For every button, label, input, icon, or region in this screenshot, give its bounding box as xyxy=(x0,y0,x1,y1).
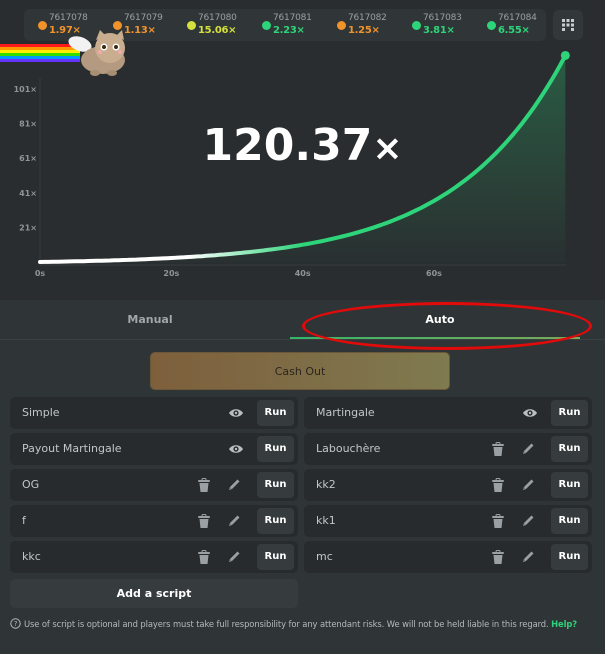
history-item[interactable]: 7617082 1.25× xyxy=(329,12,399,40)
x-tick-label: 60s xyxy=(426,269,442,278)
history-status-dot xyxy=(187,21,196,30)
run-script-button[interactable]: Run xyxy=(257,544,294,570)
script-item: Labouchère Run xyxy=(304,433,592,465)
script-name: Simple xyxy=(22,406,60,419)
pencil-icon[interactable] xyxy=(226,513,242,529)
script-item: Payout Martingale Run xyxy=(10,433,298,465)
run-script-button[interactable]: Run xyxy=(551,436,588,462)
script-item: Martingale Run xyxy=(304,397,592,429)
y-tick-label: 21× xyxy=(19,223,37,232)
history-multiplier: 3.81× xyxy=(423,25,455,36)
history-status-dot xyxy=(113,21,122,30)
multiplier-value: 120.37 xyxy=(202,120,373,171)
multiplier-suffix: × xyxy=(372,128,403,169)
trash-icon[interactable] xyxy=(196,477,212,493)
script-item: OG Run xyxy=(10,469,298,501)
pencil-icon[interactable] xyxy=(520,477,536,493)
pencil-icon[interactable] xyxy=(226,477,242,493)
pencil-icon[interactable] xyxy=(226,549,242,565)
x-tick-label: 20s xyxy=(163,269,179,278)
script-item: kk2 Run xyxy=(304,469,592,501)
current-multiplier: 120.37× xyxy=(0,120,605,171)
question-circle-icon: ? xyxy=(10,618,21,629)
run-script-button[interactable]: Run xyxy=(257,472,294,498)
run-script-button[interactable]: Run xyxy=(551,544,588,570)
trash-icon[interactable] xyxy=(490,441,506,457)
bet-panel: Manual Auto Cash Out Simple Run Martingale… xyxy=(0,300,605,654)
script-item: mc Run xyxy=(304,541,592,573)
trash-icon[interactable] xyxy=(490,549,506,565)
history-multiplier: 2.23× xyxy=(273,25,305,36)
history-multiplier: 1.25× xyxy=(348,25,380,36)
run-script-button[interactable]: Run xyxy=(551,472,588,498)
script-name: kk1 xyxy=(316,514,336,527)
curve-endpoint xyxy=(560,50,570,60)
history-item[interactable]: 7617084 6.55× xyxy=(479,12,549,40)
history-status-dot xyxy=(262,21,271,30)
history-multiplier: 15.06× xyxy=(198,25,237,36)
history-item[interactable]: 7617083 3.81× xyxy=(404,12,474,40)
history-grid-button[interactable] xyxy=(553,10,583,40)
script-name: f xyxy=(22,514,26,527)
script-item: kk1 Run xyxy=(304,505,592,537)
grid-icon xyxy=(562,19,574,31)
history-item[interactable]: 7617080 15.06× xyxy=(179,12,249,40)
script-name: kk2 xyxy=(316,478,336,491)
history-status-dot xyxy=(38,21,47,30)
x-tick-label: 0s xyxy=(35,269,46,278)
active-tab-indicator xyxy=(290,337,580,339)
trash-icon[interactable] xyxy=(196,549,212,565)
history-round-id: 7617083 xyxy=(423,13,462,23)
script-name: OG xyxy=(22,478,40,491)
tab-auto[interactable]: Auto xyxy=(300,300,580,340)
script-disclaimer: ? Use of script is optional and players m… xyxy=(10,618,600,629)
run-script-button[interactable]: Run xyxy=(551,508,588,534)
pencil-icon[interactable] xyxy=(520,549,536,565)
history-status-dot xyxy=(487,21,496,30)
history-round-id: 7617078 xyxy=(49,13,88,23)
cash-out-button[interactable]: Cash Out xyxy=(150,352,450,390)
eye-icon[interactable] xyxy=(228,441,244,457)
script-item: f Run xyxy=(10,505,298,537)
bet-mode-tabs: Manual Auto xyxy=(0,300,605,340)
history-round-id: 7617079 xyxy=(124,13,163,23)
y-tick-label: 41× xyxy=(19,189,37,198)
script-name: kkc xyxy=(22,550,41,563)
eye-icon[interactable] xyxy=(522,405,538,421)
nyan-cat-sprite xyxy=(0,30,135,80)
history-status-dot xyxy=(412,21,421,30)
script-name: Martingale xyxy=(316,406,375,419)
trash-icon[interactable] xyxy=(196,513,212,529)
help-link[interactable]: Help? xyxy=(551,619,577,629)
rainbow-cat-icon xyxy=(0,30,125,76)
pencil-icon[interactable] xyxy=(520,441,536,457)
script-item: Simple Run xyxy=(10,397,298,429)
trash-icon[interactable] xyxy=(490,477,506,493)
history-round-id: 7617081 xyxy=(273,13,312,23)
history-item[interactable]: 7617081 2.23× xyxy=(254,12,324,40)
script-name: Payout Martingale xyxy=(22,442,122,455)
history-status-dot xyxy=(337,21,346,30)
pencil-icon[interactable] xyxy=(520,513,536,529)
y-tick-label: 101× xyxy=(14,85,37,94)
run-script-button[interactable]: Run xyxy=(257,508,294,534)
script-item: kkc Run xyxy=(10,541,298,573)
script-name: mc xyxy=(316,550,333,563)
script-name: Labouchère xyxy=(316,442,381,455)
add-script-button[interactable]: Add a script xyxy=(10,579,298,608)
disclaimer-text: Use of script is optional and players mu… xyxy=(24,619,549,629)
history-round-id: 7617080 xyxy=(198,13,237,23)
crash-game-area: 21× 41× 61× 81× 101× 0s 20s 40s 60s 7617078 1.97×… xyxy=(0,0,605,300)
history-multiplier: 6.55× xyxy=(498,25,530,36)
trash-icon[interactable] xyxy=(490,513,506,529)
run-script-button[interactable]: Run xyxy=(257,400,294,426)
eye-icon[interactable] xyxy=(228,405,244,421)
run-script-button[interactable]: Run xyxy=(551,400,588,426)
x-tick-label: 40s xyxy=(295,269,311,278)
tab-manual[interactable]: Manual xyxy=(0,300,300,340)
history-round-id: 7617082 xyxy=(348,13,387,23)
svg-text:?: ? xyxy=(14,620,18,628)
run-script-button[interactable]: Run xyxy=(257,436,294,462)
history-round-id: 7617084 xyxy=(498,13,537,23)
